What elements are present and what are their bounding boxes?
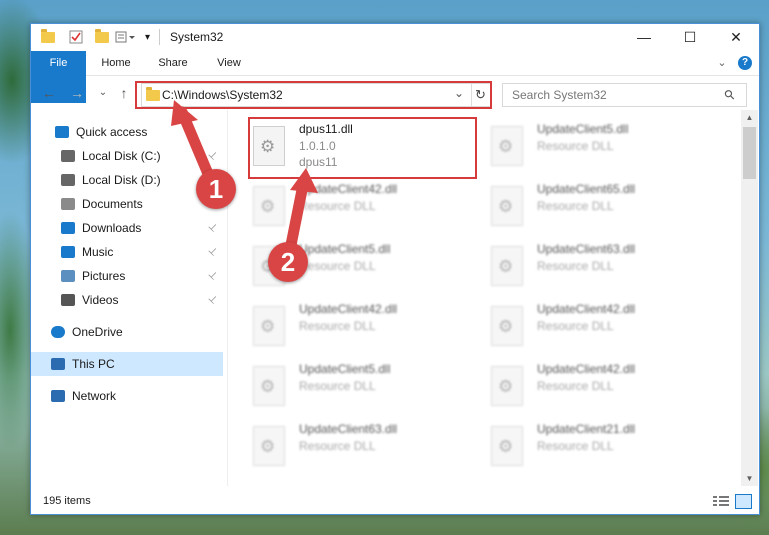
step-marker-1: 1 xyxy=(196,169,236,209)
annotation-arrows xyxy=(171,100,318,256)
step-marker-2: 2 xyxy=(268,242,308,282)
